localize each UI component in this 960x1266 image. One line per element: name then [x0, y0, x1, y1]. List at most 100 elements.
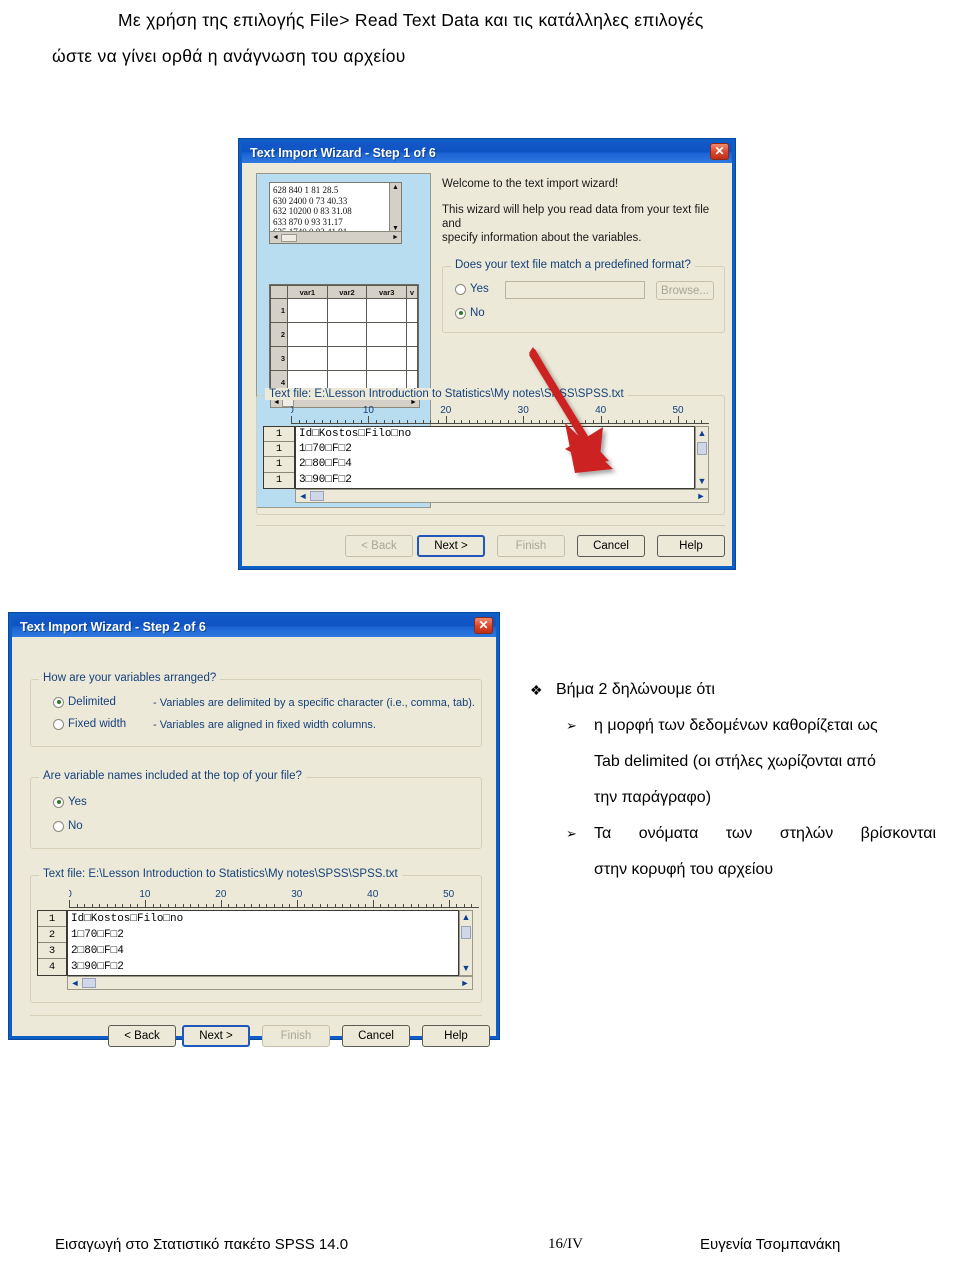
radio-names-yes[interactable]: Yes [53, 796, 87, 808]
predefined-format-input[interactable] [505, 281, 645, 299]
next-button[interactable]: Next > [417, 535, 485, 557]
bullet-text-block: η μορφή των δεδομένων καθορίζεται ως Tab… [594, 708, 936, 816]
ruler-minor-tick [561, 420, 563, 424]
grid-cell[interactable] [366, 346, 407, 371]
ruler-minor-tick [258, 904, 260, 908]
browse-button[interactable]: Browse... [656, 281, 714, 300]
file-content-preview[interactable]: Id□Kostos□Filo□no 1□70□F□2 2□80□F□4 3□90… [67, 910, 459, 976]
finish-button[interactable]: Finish [497, 535, 565, 557]
sample-list-vscrollbar[interactable]: ▲ ▼ [389, 183, 401, 233]
grid-cell[interactable] [366, 322, 407, 347]
grid-cell[interactable] [326, 322, 368, 347]
preview-vscrollbar[interactable]: ▲ ▼ [695, 426, 709, 489]
scroll-left-icon[interactable]: ◄ [68, 978, 82, 988]
grid-cell[interactable] [366, 298, 407, 323]
ruler-minor-tick [327, 904, 329, 908]
textfile-path-label: Text file: E:\Lesson Introduction to Sta… [39, 868, 402, 880]
footer-right: Ευγενία Τσομπανάκη [700, 1236, 841, 1253]
scroll-down-icon[interactable]: ▼ [696, 475, 708, 488]
next-button[interactable]: Next > [182, 1025, 250, 1047]
sample-list-hscrollbar[interactable]: ◄ ► [270, 231, 401, 243]
grid-cell[interactable] [287, 298, 328, 323]
preview-hscrollbar[interactable]: ◄ ► [295, 489, 709, 503]
radio-format-no[interactable]: No [455, 307, 485, 319]
sample-text-listbox[interactable]: 628 840 1 81 28.5 630 2400 0 73 40.33 63… [269, 182, 402, 244]
ruler-minor-tick [463, 904, 465, 908]
cancel-button[interactable]: Cancel [577, 535, 645, 557]
hscroll-thumb[interactable] [281, 233, 297, 242]
ruler-major-tick [220, 900, 222, 908]
arrow-bullet-icon: ➢ [566, 826, 577, 841]
vscroll-thumb[interactable] [461, 926, 471, 939]
preview-vscrollbar[interactable]: ▲ ▼ [459, 910, 473, 976]
back-button[interactable]: < Back [345, 535, 413, 557]
preview-hscrollbar[interactable]: ◄ ► [67, 976, 473, 990]
back-button[interactable]: < Back [108, 1025, 176, 1047]
scroll-left-icon[interactable]: ◄ [270, 232, 281, 243]
ruler-minor-tick [608, 420, 610, 424]
grid-col-header: v [406, 285, 418, 299]
ruler-minor-tick [342, 904, 344, 908]
help-button[interactable]: Help [422, 1025, 490, 1047]
ruler-major-tick [600, 416, 602, 424]
titlebar-step2[interactable]: Text Import Wizard - Step 2 of 6 ✕ [12, 616, 496, 637]
radio-dot-icon [53, 696, 64, 708]
ruler-minor-tick [251, 904, 253, 908]
scroll-right-icon[interactable]: ► [390, 232, 401, 243]
help-button[interactable]: Help [657, 535, 725, 557]
line-number: 1 [264, 457, 294, 473]
ruler-minor-tick [546, 420, 548, 424]
row-number: 2 [270, 322, 288, 347]
ruler-minor-tick [76, 904, 78, 908]
scroll-up-icon[interactable]: ▲ [390, 183, 401, 192]
close-icon[interactable]: ✕ [474, 617, 493, 634]
grid-cell[interactable] [406, 298, 418, 323]
ruler-tick-label: 30 [291, 890, 303, 900]
scroll-up-icon[interactable]: ▲ [696, 427, 708, 440]
ruler-minor-tick [554, 420, 556, 424]
hscroll-thumb[interactable] [82, 978, 96, 988]
grid-cell[interactable] [287, 346, 328, 371]
ruler-minor-tick [461, 420, 463, 424]
close-icon[interactable]: ✕ [710, 143, 729, 160]
ruler-minor-tick [319, 904, 321, 908]
ruler-minor-tick [175, 904, 177, 908]
scroll-up-icon[interactable]: ▲ [460, 911, 472, 924]
finish-button[interactable]: Finish [262, 1025, 330, 1047]
textfile-preview-group-step2: Text file: E:\Lesson Introduction to Sta… [30, 868, 482, 1003]
group-legend: How are your variables arranged? [39, 672, 221, 684]
window-title: Text Import Wizard - Step 2 of 6 [20, 619, 206, 634]
grid-cell[interactable] [326, 298, 368, 323]
sample-grid-table: var1 var2 var3 v 1 2 3 4 [270, 285, 418, 395]
ruler-minor-tick [410, 904, 412, 908]
grid-cell[interactable] [406, 346, 418, 371]
vscroll-thumb[interactable] [697, 442, 707, 455]
ruler-minor-tick [438, 420, 440, 424]
radio-format-yes[interactable]: Yes [455, 283, 489, 295]
ruler-minor-tick [152, 904, 154, 908]
scroll-right-icon[interactable]: ► [694, 491, 708, 501]
scroll-left-icon[interactable]: ◄ [296, 491, 310, 501]
sample-data-grid[interactable]: var1 var2 var3 v 1 2 3 4 ◄ ► [269, 284, 420, 408]
ruler-minor-tick [693, 420, 695, 424]
radio-fixed-width[interactable]: Fixed width [53, 718, 126, 730]
titlebar-step1[interactable]: Text Import Wizard - Step 1 of 6 ✕ [242, 142, 732, 163]
ruler-minor-tick [122, 904, 124, 908]
radio-delimited[interactable]: Delimited [53, 696, 116, 708]
ruler-minor-tick [585, 420, 587, 424]
welcome-text: Welcome to the text import wizard! This … [442, 177, 722, 245]
grid-cell[interactable] [326, 346, 368, 371]
radio-dot-icon [53, 820, 64, 832]
scroll-right-icon[interactable]: ► [458, 978, 472, 988]
scroll-down-icon[interactable]: ▼ [460, 962, 472, 975]
grid-cell[interactable] [287, 322, 328, 347]
file-content-preview[interactable]: Id□Kostos□Filo□no 1□70□F□2 2□80□F□4 3□90… [295, 426, 695, 489]
hscroll-thumb[interactable] [310, 491, 324, 501]
ruler-minor-tick [228, 904, 230, 908]
sample-text-line: 632 10200 0 83 31.08 [273, 206, 352, 216]
ruler-minor-tick [365, 904, 367, 908]
predefined-format-group: Does your text file match a predefined f… [442, 259, 725, 333]
cancel-button[interactable]: Cancel [342, 1025, 410, 1047]
grid-cell[interactable] [406, 322, 418, 347]
radio-names-no[interactable]: No [53, 820, 83, 832]
